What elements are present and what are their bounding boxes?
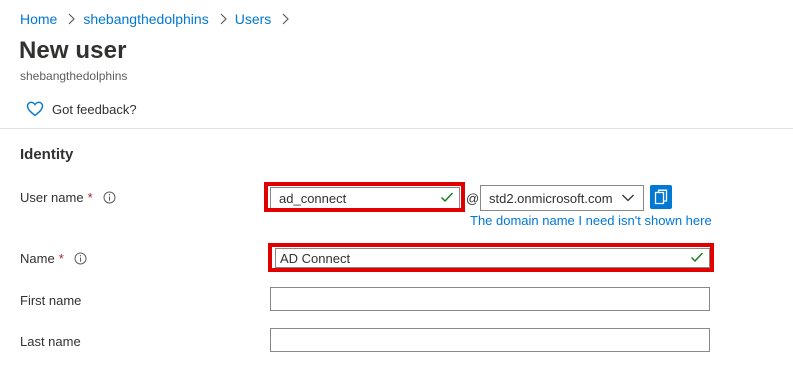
user-name-label-row: User name * (20, 190, 116, 205)
checkmark-icon (441, 192, 454, 203)
domain-dropdown[interactable]: std2.onmicrosoft.com (480, 185, 644, 211)
copy-icon (654, 189, 668, 205)
page-subtitle: shebangthedolphins (20, 69, 128, 83)
first-name-label-row: First name (20, 293, 81, 308)
chevron-down-icon (622, 194, 634, 202)
chevron-right-icon (282, 13, 290, 25)
at-sign: @ (466, 191, 480, 206)
name-field-wrap (275, 248, 710, 268)
breadcrumb: Home shebangthedolphins Users (20, 11, 297, 27)
breadcrumb-users[interactable]: Users (235, 11, 272, 27)
user-name-field-wrap (270, 187, 460, 209)
last-name-input[interactable] (270, 328, 710, 352)
chevron-right-icon (68, 13, 76, 25)
required-marker: * (87, 190, 93, 205)
section-title-identity: Identity (20, 146, 74, 163)
last-name-label: Last name (20, 334, 81, 349)
name-label: Name (20, 251, 55, 266)
domain-selected-value: std2.onmicrosoft.com (489, 190, 613, 206)
info-icon[interactable] (103, 191, 116, 204)
last-name-label-row: Last name (20, 334, 81, 349)
user-name-input[interactable] (270, 187, 460, 209)
required-marker: * (58, 251, 64, 266)
copy-button[interactable] (650, 185, 672, 209)
heart-icon (26, 101, 44, 117)
feedback-button[interactable]: Got feedback? (26, 101, 137, 117)
user-name-label: User name (20, 190, 84, 205)
checkmark-icon (691, 252, 704, 263)
breadcrumb-home[interactable]: Home (20, 11, 57, 27)
header-divider (0, 128, 793, 129)
name-label-row: Name * (20, 251, 87, 266)
page-title: New user (19, 37, 127, 64)
first-name-label: First name (20, 293, 82, 308)
breadcrumb-tenant[interactable]: shebangthedolphins (83, 11, 208, 27)
first-name-input[interactable] (270, 287, 710, 311)
info-icon[interactable] (74, 252, 87, 265)
chevron-right-icon (220, 13, 227, 25)
name-input[interactable] (275, 248, 710, 268)
feedback-label: Got feedback? (52, 101, 137, 117)
domain-not-shown-link[interactable]: The domain name I need isn't shown here (470, 213, 712, 228)
